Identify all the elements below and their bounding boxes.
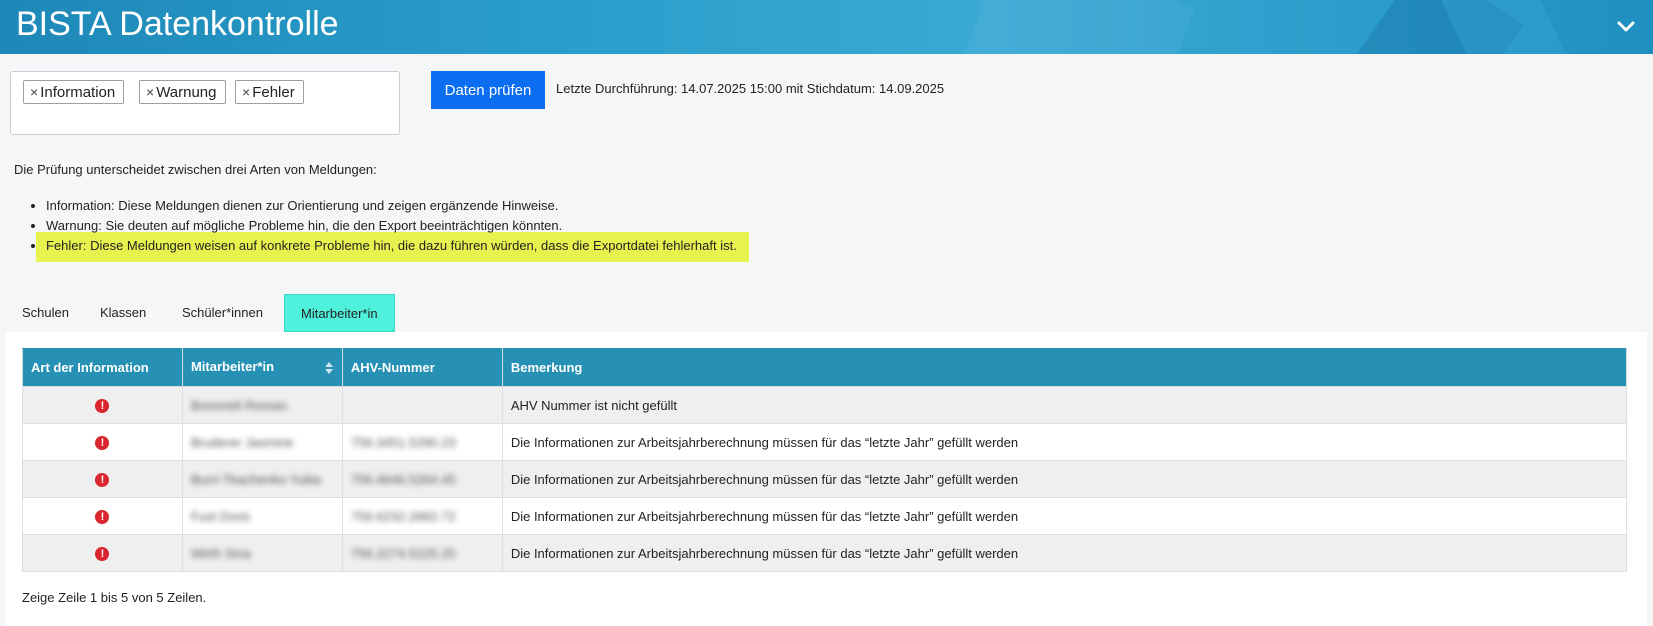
filter-tag-warnung[interactable]: × Warnung	[139, 80, 226, 104]
employee-name: Bommeli Roman	[190, 397, 288, 413]
tab-mitarbeiter-in[interactable]: Mitarbeiter*in	[284, 294, 395, 332]
table-row[interactable]: ! Fust Doris 756.6232.2682.72 Die Inform…	[22, 497, 1628, 535]
filter-tag-label: Fehler	[252, 84, 295, 101]
list-item: Fehler: Diese Meldungen weisen auf konkr…	[46, 237, 737, 257]
filter-tag-fehler[interactable]: × Fehler	[235, 80, 304, 104]
employee-name: Bruderer Jasmine	[190, 434, 294, 450]
error-icon: !	[95, 435, 110, 450]
ahv-cell: 756.3451.5290.23	[341, 423, 503, 461]
close-icon[interactable]: ×	[30, 84, 38, 100]
tab-panel: Art der Information Mitarbeiter*in AHV-N…	[6, 332, 1647, 626]
error-icon: !	[95, 546, 110, 561]
pagination-info: Zeige Zeile 1 bis 5 von 5 Zeilen.	[22, 590, 207, 605]
ahv-cell	[341, 386, 503, 424]
tab-schulen[interactable]: Schulen	[6, 294, 85, 332]
type-cell: !	[22, 386, 183, 424]
header-decoration	[965, 0, 1195, 54]
ahv-number: 756.2274.5225.25	[350, 545, 456, 561]
sort-icon[interactable]	[324, 360, 334, 376]
employee-cell: Bommeli Roman	[181, 386, 343, 424]
ahv-cell: 756.2274.5225.25	[341, 534, 503, 572]
employee-name: Burri-Tkachenko Yuliia	[190, 471, 321, 487]
column-header-employee[interactable]: Mitarbeiter*in	[181, 348, 343, 387]
type-cell: !	[22, 497, 183, 535]
remark-cell: Die Informationen zur Arbeitsjahrberechn…	[501, 497, 1628, 535]
type-cell: !	[22, 423, 183, 461]
column-header-remark[interactable]: Bemerkung	[501, 348, 1628, 387]
app-title: BISTA Datenkontrolle	[16, 5, 339, 43]
employee-name: Fust Doris	[190, 508, 251, 524]
filter-tag-label: Information	[40, 84, 116, 101]
message-type-list: Information: Diese Meldungen dienen zur …	[46, 197, 737, 257]
column-header-label: Mitarbeiter*in	[190, 359, 275, 374]
chevron-down-icon[interactable]	[1613, 14, 1639, 40]
results-table: Art der Information Mitarbeiter*in AHV-N…	[22, 348, 1628, 572]
remark-cell: Die Informationen zur Arbeitsjahrberechn…	[501, 460, 1628, 498]
error-icon: !	[95, 472, 110, 487]
ahv-cell: 756.6232.2682.72	[341, 497, 503, 535]
remark-cell: AHV Nummer ist nicht gefüllt	[501, 386, 1628, 424]
employee-cell: Fust Doris	[181, 497, 343, 535]
ahv-number: 756.4646.5264.45	[350, 471, 456, 487]
table-row[interactable]: ! Bruderer Jasmine 756.3451.5290.23 Die …	[22, 423, 1628, 461]
tab-schueler-innen[interactable]: Schüler*innen	[166, 294, 279, 332]
filter-tag-information[interactable]: × Information	[23, 80, 125, 104]
list-item: Information: Diese Meldungen dienen zur …	[46, 197, 737, 217]
list-item: Warnung: Sie deuten auf mögliche Problem…	[46, 217, 737, 237]
intro-text: Die Prüfung unterscheidet zwischen drei …	[14, 162, 377, 177]
tab-klassen[interactable]: Klassen	[84, 294, 162, 332]
employee-cell: Burri-Tkachenko Yuliia	[181, 460, 343, 498]
table-row[interactable]: ! Bommeli Roman AHV Nummer ist nicht gef…	[22, 386, 1628, 424]
close-icon[interactable]: ×	[242, 84, 250, 100]
remark-cell: Die Informationen zur Arbeitsjahrberechn…	[501, 423, 1628, 461]
table-row[interactable]: ! Burri-Tkachenko Yuliia 756.4646.5264.4…	[22, 460, 1628, 498]
message-type-filter[interactable]: × Information × Warnung × Fehler	[10, 71, 400, 135]
employee-name: Wirth Sina	[190, 545, 251, 561]
ahv-number: 756.6232.2682.72	[350, 508, 456, 524]
employee-cell: Wirth Sina	[181, 534, 343, 572]
error-icon: !	[95, 509, 110, 524]
table-row[interactable]: ! Wirth Sina 756.2274.5225.25 Die Inform…	[22, 534, 1628, 572]
column-header-ahv[interactable]: AHV-Nummer	[341, 348, 503, 387]
remark-cell: Die Informationen zur Arbeitsjahrberechn…	[501, 534, 1628, 572]
type-cell: !	[22, 460, 183, 498]
error-icon: !	[95, 398, 110, 413]
filter-tag-label: Warnung	[156, 84, 217, 101]
type-cell: !	[22, 534, 183, 572]
close-icon[interactable]: ×	[146, 84, 154, 100]
check-data-button[interactable]: Daten prüfen	[431, 71, 545, 109]
employee-cell: Bruderer Jasmine	[181, 423, 343, 461]
app-header: BISTA Datenkontrolle	[0, 0, 1653, 54]
ahv-cell: 756.4646.5264.45	[341, 460, 503, 498]
ahv-number: 756.3451.5290.23	[350, 434, 456, 450]
last-run-text: Letzte Durchführung: 14.07.2025 15:00 mi…	[556, 81, 945, 96]
column-header-type[interactable]: Art der Information	[22, 348, 183, 387]
